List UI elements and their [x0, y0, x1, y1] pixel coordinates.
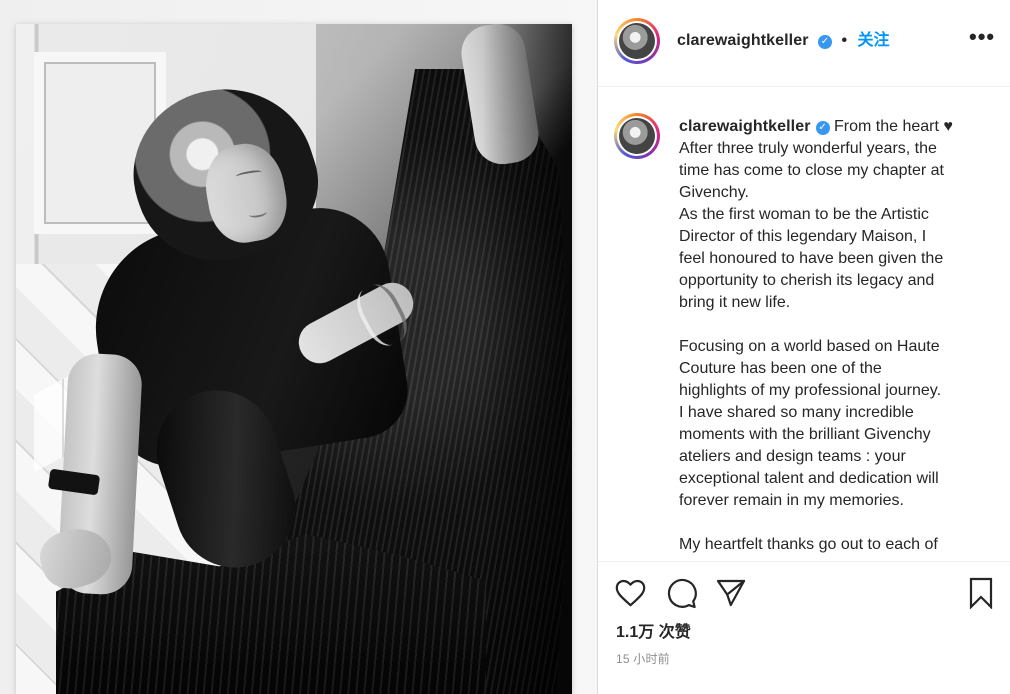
- caption-paragraph-gap: [679, 512, 990, 534]
- avatar-icon-frame: [617, 116, 657, 156]
- caption-username-link[interactable]: clarewaightkeller: [679, 118, 811, 135]
- caption-line-13: I have shared so many incredible: [679, 404, 914, 421]
- caption-line-5: Director of this legendary Maison, I: [679, 228, 927, 245]
- caption-line-0: From the heart ♥: [834, 118, 953, 135]
- caption-line-8: bring it new life.: [679, 294, 791, 311]
- more-options-icon[interactable]: •••: [969, 26, 994, 52]
- avatar-icon-frame: [617, 21, 657, 61]
- caption-line-14: moments with the brilliant Givenchy: [679, 426, 931, 443]
- caption-line-15: ateliers and design teams : your: [679, 448, 906, 465]
- fashion-fitting-photo: [16, 24, 572, 694]
- follow-button[interactable]: 关注: [858, 32, 890, 49]
- caption-line-17: forever remain in my memories.: [679, 492, 904, 509]
- heart-icon[interactable]: [613, 576, 647, 610]
- caption-first-line: clarewaightkeller ✓ From the heart ♥: [679, 116, 990, 138]
- caption-line-4: As the first woman to be the Artistic: [679, 206, 929, 223]
- post-caption: clarewaightkeller ✓ From the heart ♥ Afte…: [679, 116, 990, 556]
- caption-line-1: After three truly wonderful years, the: [679, 140, 937, 157]
- caption-line-7: opportunity to cherish its legacy and: [679, 272, 935, 289]
- caption-line-3: Givenchy.: [679, 184, 749, 201]
- send-icon[interactable]: [714, 576, 748, 610]
- likes-count[interactable]: 1.1万 次赞: [616, 618, 691, 642]
- post-actions-area: 1.1万 次赞 15 小时前: [598, 561, 1010, 694]
- caption-profile-avatar[interactable]: [614, 113, 660, 159]
- caption-line-6: feel honoured to have been given the: [679, 250, 944, 267]
- avatar-icon: [619, 23, 655, 59]
- caption-line-12: highlights of my professional journey.: [679, 382, 942, 399]
- caption-paragraph-gap: [679, 314, 990, 336]
- profile-avatar[interactable]: [614, 18, 660, 64]
- caption-line-19: My heartfelt thanks go out to each of: [679, 536, 938, 553]
- post-side-panel: clarewaightkeller ✓ • 关注 ••• clarewaight…: [597, 0, 1010, 694]
- caption-line-2: time has come to close my chapter at: [679, 162, 944, 179]
- bookmark-icon[interactable]: [964, 576, 998, 610]
- avatar-icon: [619, 118, 655, 154]
- verified-badge-icon: ✓: [815, 121, 830, 135]
- instagram-post-view: clarewaightkeller ✓ • 关注 ••• clarewaight…: [0, 0, 1010, 694]
- username-link[interactable]: clarewaightkeller: [677, 32, 809, 49]
- caption-scroll-area[interactable]: clarewaightkeller ✓ From the heart ♥ Afte…: [598, 87, 1010, 560]
- caption-line-16: exceptional talent and dedication will: [679, 470, 939, 487]
- post-time[interactable]: 15 小时前: [616, 650, 670, 667]
- photo-shadow: [482, 24, 572, 694]
- post-author-row: clarewaightkeller ✓ • 关注: [677, 31, 890, 51]
- post-photo[interactable]: [16, 24, 572, 694]
- caption-line-11: Couture has been one of the: [679, 360, 882, 377]
- comment-icon[interactable]: [664, 576, 698, 610]
- verified-badge-icon: ✓: [818, 35, 832, 49]
- post-header: clarewaightkeller ✓ • 关注 •••: [598, 0, 1010, 87]
- caption-line-10: Focusing on a world based on Haute: [679, 338, 940, 355]
- separator-dot: •: [841, 32, 848, 49]
